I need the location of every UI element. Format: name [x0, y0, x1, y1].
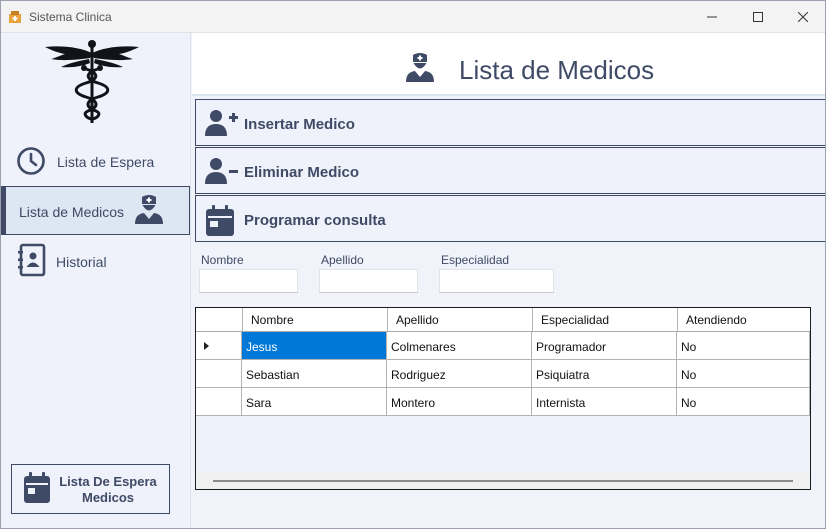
table-cell[interactable]: Sebastian: [242, 360, 387, 388]
scrollbar-thumb[interactable]: [213, 480, 793, 482]
current-row-icon: [204, 342, 209, 350]
eliminar-medico-label: Eliminar Medico: [244, 164, 360, 181]
user-plus-icon: [205, 110, 238, 136]
table-header: Nombre Apellido Especialidad Atendiendo: [196, 308, 810, 332]
nombre-label: Nombre: [201, 253, 244, 267]
table-cell[interactable]: Colmenares: [387, 332, 532, 360]
eliminar-medico-button[interactable]: Eliminar Medico: [195, 147, 825, 194]
especialidad-input[interactable]: [439, 269, 554, 293]
maximize-button[interactable]: [735, 1, 781, 33]
minimize-button[interactable]: [689, 1, 735, 33]
sidebar-item-label: Lista de Espera: [57, 154, 155, 170]
horizontal-scrollbar[interactable]: [197, 472, 809, 489]
close-icon: [798, 12, 808, 22]
lista-espera-medicos-label: Lista De Espera Medicos: [59, 474, 157, 505]
doctor-icon: [135, 195, 163, 224]
title-bar: Sistema Clinica: [1, 1, 825, 33]
sidebar-item-label: Lista de Medicos: [19, 204, 125, 220]
sidebar-item-lista-espera[interactable]: Lista de Espera: [1, 137, 191, 185]
column-header-atendiendo[interactable]: Atendiendo: [677, 308, 810, 331]
address-book-icon: [18, 243, 46, 277]
sidebar-item-label: Historial: [56, 254, 107, 270]
programar-consulta-button[interactable]: Programar consulta: [195, 195, 825, 242]
table-row[interactable]: Sebastian Rodriguez Psiquiatra No: [196, 360, 810, 388]
user-minus-icon: [205, 158, 238, 184]
calendar-icon: [206, 205, 234, 236]
table-cell[interactable]: No: [677, 388, 810, 416]
nombre-input[interactable]: [199, 269, 298, 293]
column-header-apellido[interactable]: Apellido: [387, 308, 532, 331]
apellido-input[interactable]: [319, 269, 418, 293]
table-cell[interactable]: No: [677, 332, 810, 360]
table-cell[interactable]: Programador: [532, 332, 677, 360]
row-header[interactable]: [196, 360, 242, 388]
maximize-icon: [753, 12, 763, 22]
sidebar-item-historial[interactable]: Historial: [1, 237, 191, 285]
page-header: Lista de Medicos: [192, 33, 825, 96]
table-cell[interactable]: Montero: [387, 388, 532, 416]
caduceus-icon: [45, 40, 139, 123]
app-window: Sistema Clinica Lista de Espera Lista de…: [0, 0, 826, 529]
column-header-nombre[interactable]: Nombre: [242, 308, 387, 331]
window-title: Sistema Clinica: [29, 10, 112, 24]
table-cell[interactable]: Psiquiatra: [532, 360, 677, 388]
table-row[interactable]: Jesus Colmenares Programador No: [196, 332, 810, 360]
medicos-table[interactable]: Nombre Apellido Especialidad Atendiendo …: [195, 307, 811, 490]
clock-icon: [17, 147, 45, 175]
table-cell[interactable]: Sara: [242, 388, 387, 416]
apellido-label: Apellido: [321, 253, 364, 267]
especialidad-label: Especialidad: [441, 253, 510, 267]
table-cell[interactable]: Jesus: [242, 332, 387, 360]
minimize-icon: [707, 16, 717, 18]
sidebar: Lista de Espera Lista de Medicos Histori…: [1, 33, 191, 528]
close-button[interactable]: [780, 1, 825, 33]
table-cell[interactable]: Rodriguez: [387, 360, 532, 388]
page-title: Lista de Medicos: [459, 55, 655, 85]
table-cell[interactable]: Internista: [532, 388, 677, 416]
doctor-icon: [406, 53, 434, 82]
table-cell[interactable]: No: [677, 360, 810, 388]
programar-consulta-label: Programar consulta: [244, 212, 386, 229]
row-header[interactable]: [196, 388, 242, 416]
app-icon: [9, 11, 21, 23]
table-row[interactable]: Sara Montero Internista No: [196, 388, 810, 416]
column-header-especialidad[interactable]: Especialidad: [532, 308, 677, 331]
insertar-medico-button[interactable]: Insertar Medico: [195, 99, 825, 146]
calendar-icon: [24, 472, 50, 503]
sidebar-item-lista-medicos[interactable]: Lista de Medicos: [1, 186, 190, 235]
row-header[interactable]: [196, 332, 242, 360]
insertar-medico-label: Insertar Medico: [244, 116, 355, 133]
lista-espera-medicos-button[interactable]: Lista De Espera Medicos: [11, 464, 170, 514]
